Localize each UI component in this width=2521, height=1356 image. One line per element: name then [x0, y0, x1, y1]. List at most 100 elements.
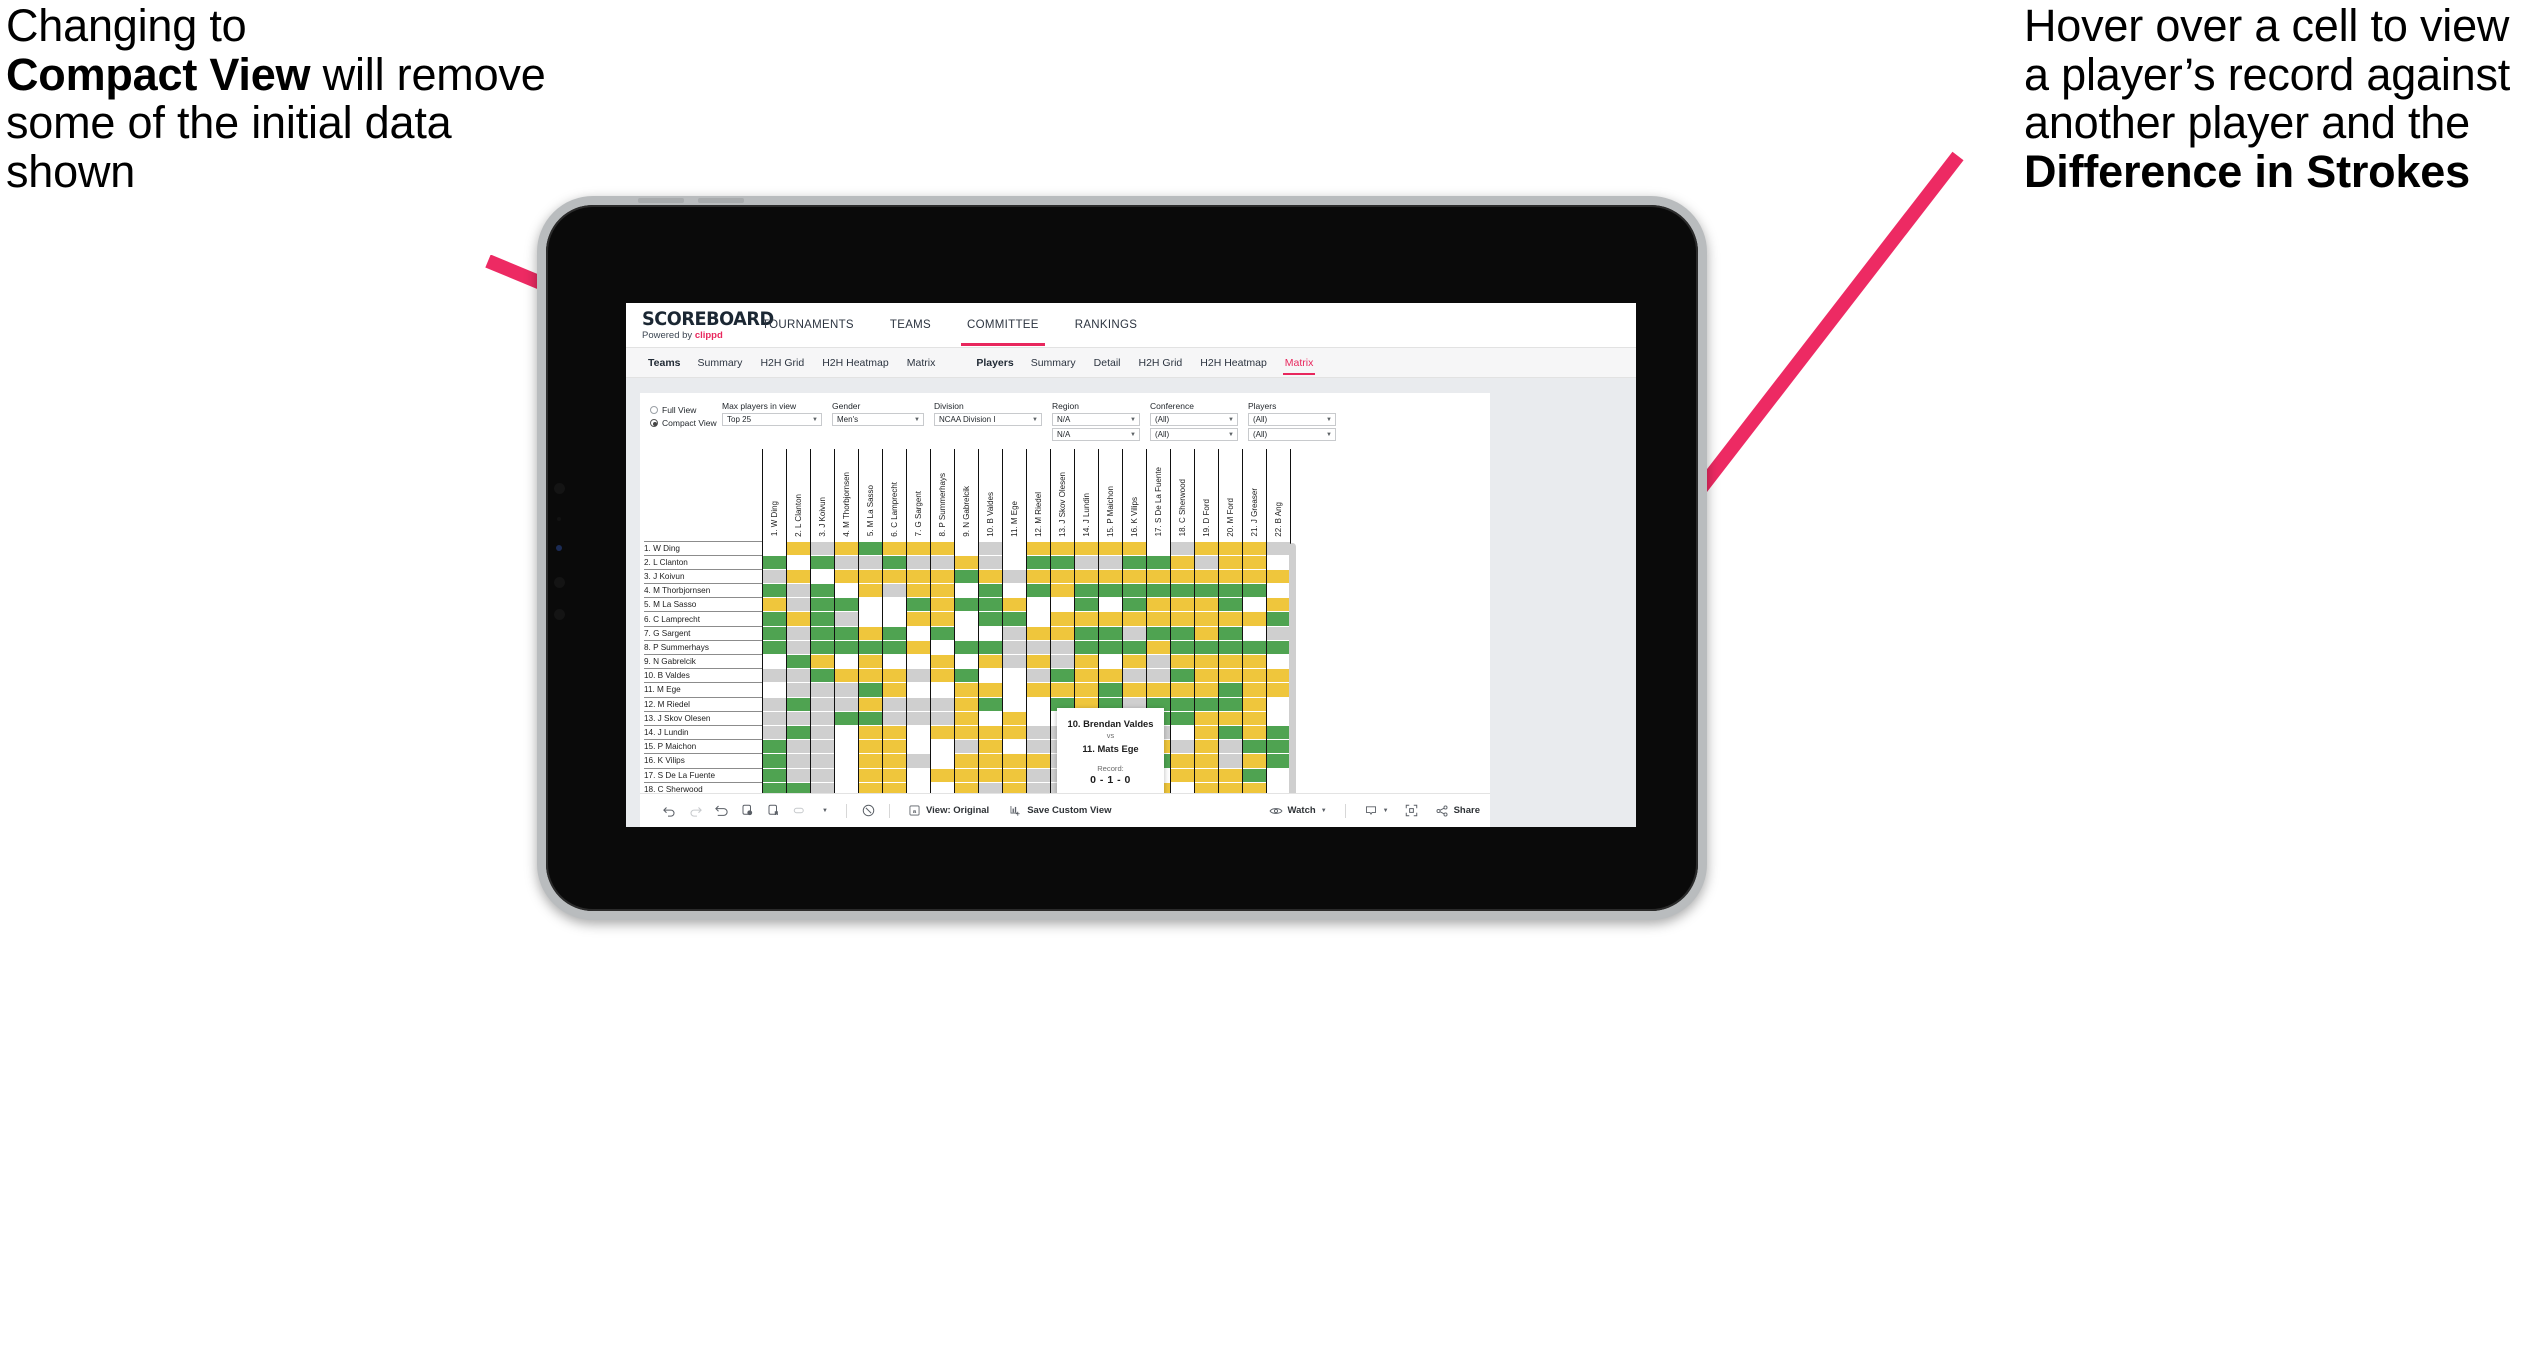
matrix-cell[interactable]	[1145, 597, 1171, 612]
radio-full-view[interactable]: Full View	[650, 403, 722, 416]
matrix-cell[interactable]	[905, 696, 931, 712]
pause-icon[interactable]	[760, 798, 786, 824]
matrix-cell[interactable]	[1241, 668, 1267, 683]
matrix-cell[interactable]	[929, 724, 955, 740]
share-button[interactable]: Share	[1425, 804, 1490, 818]
matrix-column-header[interactable]: 17. S De La Fuente	[1145, 449, 1171, 541]
matrix-cell[interactable]	[1241, 696, 1267, 712]
matrix-cell[interactable]	[929, 625, 955, 641]
matrix-cell[interactable]	[953, 724, 979, 740]
matrix-cell[interactable]	[1049, 554, 1075, 570]
matrix-cell[interactable]	[953, 739, 979, 754]
filter-region-select-2[interactable]: N/A ▼	[1052, 428, 1140, 441]
matrix-cell[interactable]	[1241, 554, 1267, 570]
matrix-column-header[interactable]: 1. W Ding	[761, 449, 787, 541]
matrix-cell[interactable]	[953, 767, 979, 783]
tab-teams-summary[interactable]: Summary	[689, 348, 752, 378]
matrix-cell[interactable]	[1001, 540, 1027, 556]
matrix-column-header[interactable]: 7. G Sargent	[905, 449, 931, 541]
matrix-cell[interactable]	[1169, 583, 1195, 598]
matrix-cell[interactable]	[977, 597, 1003, 612]
matrix-cell[interactable]	[1001, 611, 1027, 627]
matrix-cell[interactable]	[1241, 739, 1267, 754]
matrix-cell[interactable]	[929, 554, 955, 570]
matrix-cell[interactable]	[1265, 653, 1291, 669]
matrix-cell[interactable]	[1217, 781, 1243, 793]
filter-gender-select[interactable]: Men's ▼	[832, 413, 924, 426]
tab-teams-h2h-grid[interactable]: H2H Grid	[751, 348, 813, 378]
matrix-column-header[interactable]: 11. M Ege	[1001, 449, 1027, 541]
matrix-cell[interactable]	[833, 597, 859, 612]
matrix-cell[interactable]	[761, 724, 787, 740]
matrix-cell[interactable]	[785, 583, 811, 598]
matrix-cell[interactable]	[1049, 639, 1075, 655]
tab-players-summary[interactable]: Summary	[1022, 348, 1085, 378]
matrix-cell[interactable]	[1001, 554, 1027, 570]
matrix-cell[interactable]	[881, 682, 907, 698]
matrix-cell[interactable]	[1049, 653, 1075, 669]
matrix-cell[interactable]	[929, 597, 955, 612]
matrix-column-header[interactable]: 10. B Valdes	[977, 449, 1003, 541]
matrix-cell[interactable]	[905, 583, 931, 598]
filter-division-select[interactable]: NCAA Division I ▼	[934, 413, 1042, 426]
matrix-cell[interactable]	[905, 611, 931, 627]
matrix-cell[interactable]	[977, 767, 1003, 783]
matrix-row-header[interactable]: 11. M Ege	[644, 682, 762, 698]
matrix-cell[interactable]	[761, 639, 787, 655]
matrix-cell[interactable]	[1169, 639, 1195, 655]
matrix-cell[interactable]	[881, 540, 907, 556]
matrix-cell[interactable]	[1265, 781, 1291, 793]
matrix-cell[interactable]	[1025, 597, 1051, 612]
matrix-cell[interactable]	[1241, 597, 1267, 612]
radio-full-view-icon[interactable]	[650, 405, 658, 414]
matrix-cell[interactable]	[905, 682, 931, 698]
matrix-cell[interactable]	[857, 639, 883, 655]
matrix-cell[interactable]	[1241, 781, 1267, 793]
matrix-cell[interactable]	[1265, 724, 1291, 740]
matrix-cell[interactable]	[833, 781, 859, 793]
matrix-cell[interactable]	[905, 739, 931, 754]
matrix-cell[interactable]	[1121, 653, 1147, 669]
matrix-row-header[interactable]: 1. W Ding	[644, 540, 762, 556]
matrix-column-header[interactable]: 15. P Maichon	[1097, 449, 1123, 541]
matrix-cell[interactable]	[1217, 597, 1243, 612]
matrix-cell[interactable]	[1217, 611, 1243, 627]
matrix-column-header[interactable]: 4. M Thorbjornsen	[833, 449, 859, 541]
matrix-cell[interactable]	[881, 639, 907, 655]
matrix-cell[interactable]	[1265, 583, 1291, 598]
matrix-cell[interactable]	[1001, 653, 1027, 669]
matrix-column-header[interactable]: 20. M Ford	[1217, 449, 1243, 541]
filter-max-players-select[interactable]: Top 25 ▼	[722, 413, 822, 426]
matrix-cell[interactable]	[1193, 739, 1219, 754]
matrix-cell[interactable]	[761, 625, 787, 641]
matrix-cell[interactable]	[881, 724, 907, 740]
matrix-cell[interactable]	[1073, 568, 1099, 584]
matrix-cell[interactable]	[1049, 583, 1075, 598]
matrix-cell[interactable]	[1097, 597, 1123, 612]
matrix-cell[interactable]	[1241, 682, 1267, 698]
matrix-cell[interactable]	[1001, 753, 1027, 768]
matrix-cell[interactable]	[881, 668, 907, 683]
matrix-cell[interactable]	[809, 540, 835, 556]
matrix-cell[interactable]	[1025, 739, 1051, 754]
matrix-cell[interactable]	[1049, 568, 1075, 584]
matrix-cell[interactable]	[929, 611, 955, 627]
matrix-cell[interactable]	[977, 653, 1003, 669]
matrix-cell[interactable]	[1073, 639, 1099, 655]
matrix-column-header[interactable]: 14. J Lundin	[1073, 449, 1099, 541]
matrix-cell[interactable]	[833, 724, 859, 740]
matrix-cell[interactable]	[1241, 625, 1267, 641]
matrix-cell[interactable]	[977, 568, 1003, 584]
fullscreen-icon[interactable]	[1399, 798, 1425, 824]
matrix-cell[interactable]	[1025, 611, 1051, 627]
matrix-cell[interactable]	[929, 583, 955, 598]
matrix-cell[interactable]	[785, 767, 811, 783]
matrix-cell[interactable]	[929, 653, 955, 669]
matrix-cell[interactable]	[905, 781, 931, 793]
matrix-row-header[interactable]: 18. C Sherwood	[644, 781, 762, 793]
matrix-cell[interactable]	[1169, 753, 1195, 768]
view-original-button[interactable]: a View: Original	[898, 804, 999, 817]
matrix-cell[interactable]	[1145, 639, 1171, 655]
matrix-cell[interactable]	[1193, 668, 1219, 683]
matrix-row-header[interactable]: 17. S De La Fuente	[644, 767, 762, 783]
